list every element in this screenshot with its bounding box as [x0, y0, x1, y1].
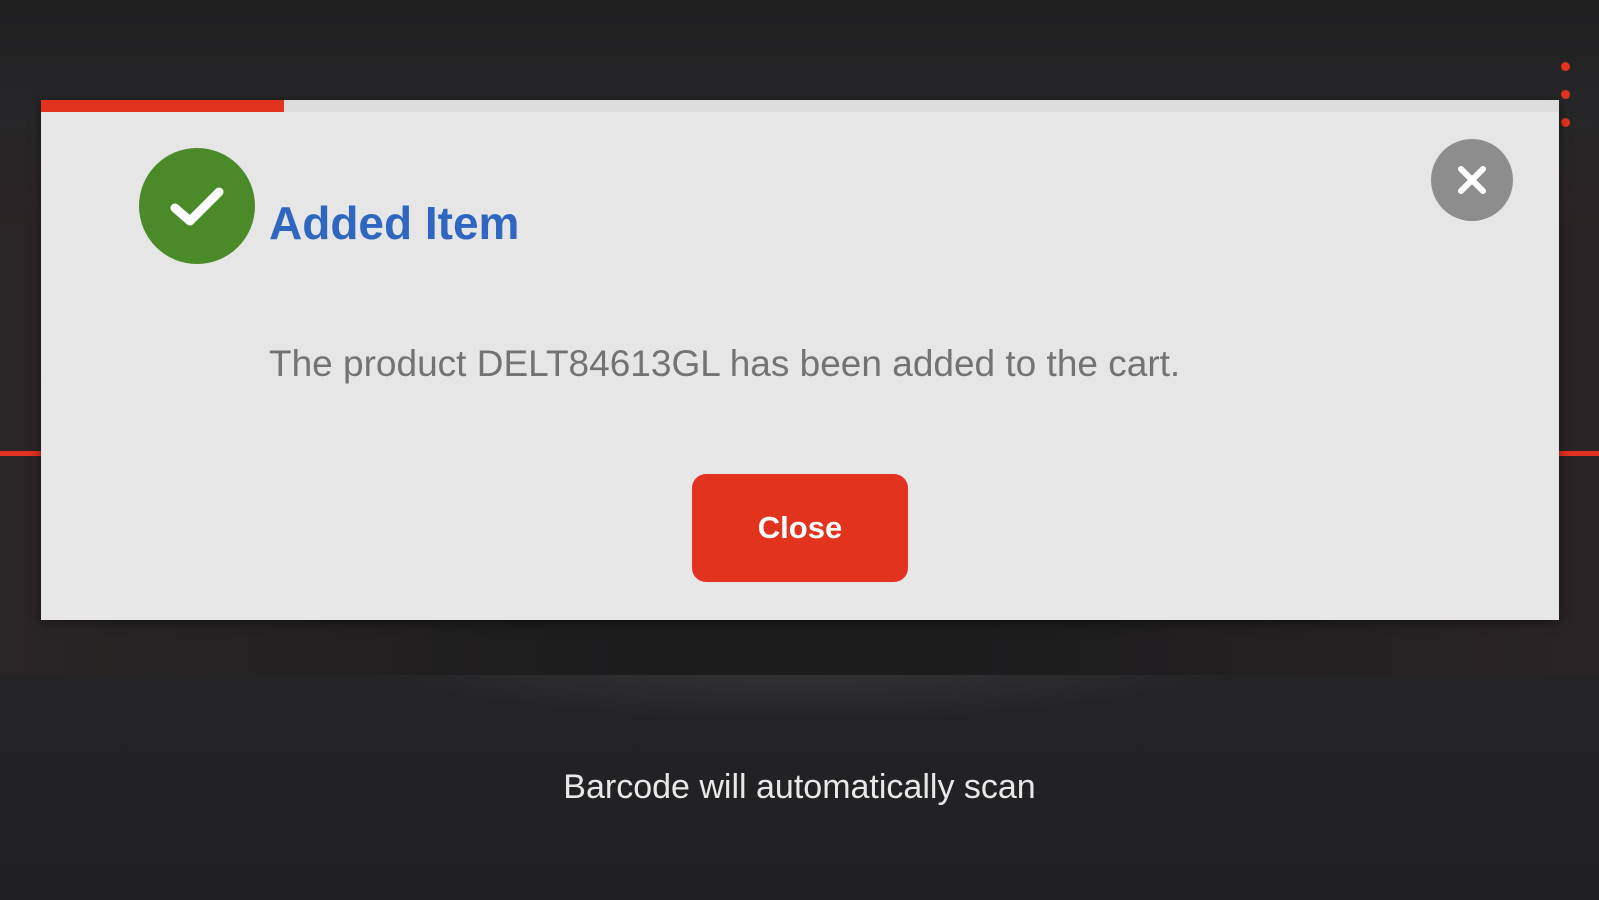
check-circle-icon [139, 148, 255, 264]
dialog-message: The product DELT84613GL has been added t… [269, 343, 1181, 384]
scan-hint: Barcode will automatically scan [563, 768, 1036, 806]
auto-dismiss-progress-fill [41, 100, 284, 112]
added-item-dialog: Added Item The product DELT84613GL has b… [41, 100, 1559, 620]
dialog-title: Added Item [269, 197, 520, 249]
scanner-screen: Added Item The product DELT84613GL has b… [0, 0, 1599, 900]
close-button[interactable]: Close [692, 474, 908, 582]
auto-dismiss-progress [41, 100, 1559, 112]
more-vertical-icon[interactable] [1559, 62, 1573, 134]
close-icon[interactable] [1431, 139, 1513, 221]
